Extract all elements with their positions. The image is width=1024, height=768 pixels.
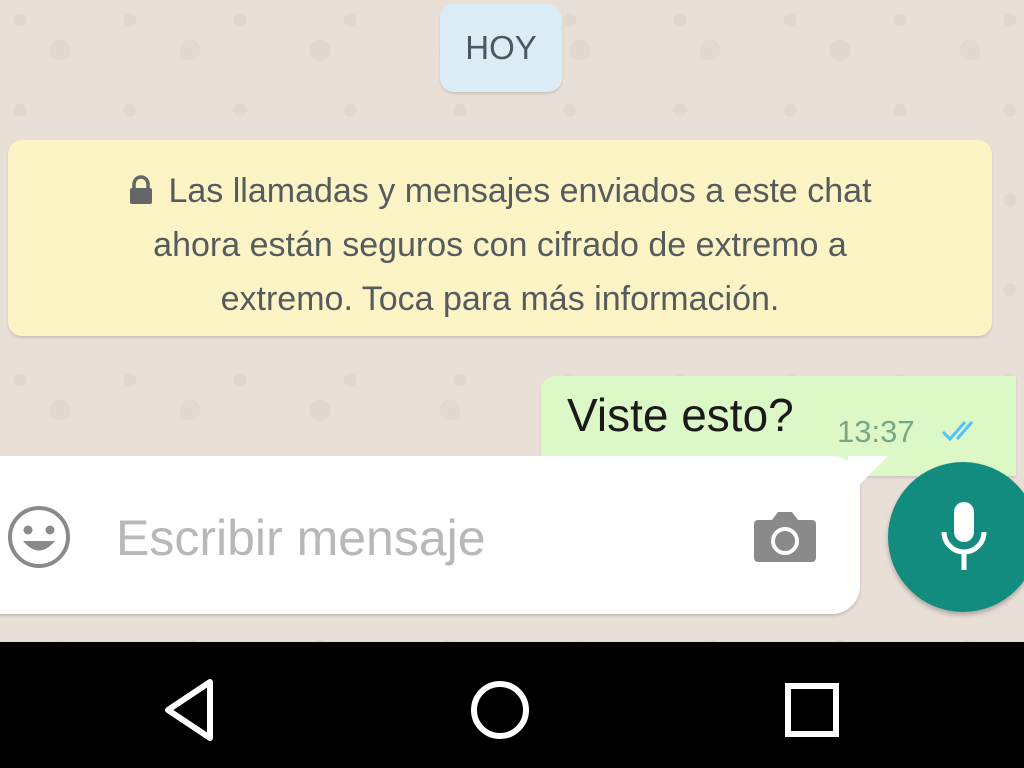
date-chip-label: HOY	[465, 29, 537, 66]
message-text: Viste esto?	[567, 389, 794, 441]
double-check-icon	[941, 421, 974, 442]
date-chip: HOY	[440, 4, 562, 92]
encryption-notice[interactable]: Las llamadas y mensajes enviados a este …	[8, 140, 992, 336]
message-input[interactable]	[116, 508, 716, 568]
encryption-notice-line-1: Las llamadas y mensajes enviados a este …	[48, 164, 952, 218]
recent-apps-icon[interactable]	[772, 670, 852, 750]
emoji-icon[interactable]	[6, 504, 72, 570]
lock-icon	[130, 175, 153, 204]
home-icon[interactable]	[460, 670, 540, 750]
mic-icon	[941, 502, 987, 570]
encryption-notice-line-3: extremo. Toca para más información.	[220, 280, 780, 318]
system-navigation-bar	[0, 642, 1024, 768]
back-icon[interactable]	[148, 670, 228, 750]
encryption-notice-line-2: ahora están seguros con cifrado de extre…	[153, 226, 847, 264]
camera-icon[interactable]	[752, 506, 818, 566]
message-time: 13:37	[837, 414, 915, 449]
composer-tail	[848, 456, 888, 496]
